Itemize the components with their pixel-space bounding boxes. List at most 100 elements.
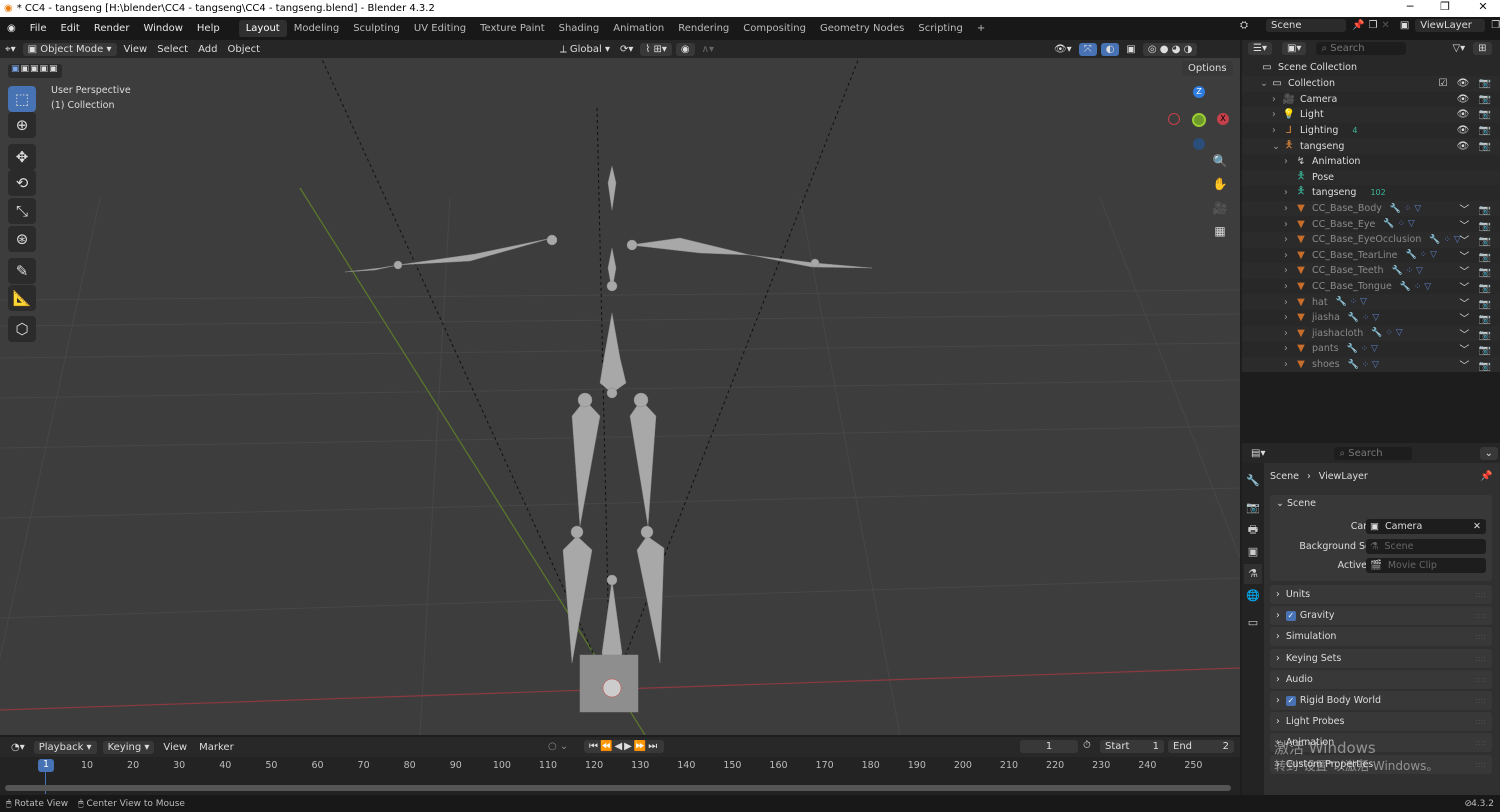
- tab-compositing[interactable]: Compositing: [736, 20, 813, 37]
- expand-arrow-icon[interactable]: ⌄: [1272, 141, 1282, 152]
- expand-arrow-icon[interactable]: ›: [1272, 109, 1282, 120]
- expand-arrow-icon[interactable]: ›: [1284, 156, 1294, 167]
- menu-add[interactable]: Add: [193, 43, 222, 56]
- pivot-icon[interactable]: ⟳▾: [615, 43, 638, 56]
- background-scene-field[interactable]: ⚗ Scene: [1366, 539, 1486, 554]
- view-layer-selector[interactable]: ViewLayer: [1415, 19, 1486, 32]
- menu-view[interactable]: View: [119, 43, 153, 56]
- panel-keying-sets[interactable]: › Keying Sets::::: [1270, 648, 1492, 668]
- mode-dropdown[interactable]: ▣ Object Mode ▾: [22, 42, 117, 56]
- panel-custom-properties[interactable]: › Custom Properties::::: [1270, 754, 1492, 774]
- outliner-row[interactable]: › ↯ Animation: [1242, 154, 1500, 170]
- active-clip-field[interactable]: 🎬 Movie Clip: [1366, 558, 1486, 573]
- maximize-button[interactable]: ❐: [1430, 0, 1460, 13]
- modifier-icons[interactable]: 🔧 ⁘ ▽: [1383, 219, 1414, 229]
- minimize-button[interactable]: ─: [1395, 0, 1425, 13]
- visibility-toggles[interactable]: ﹀ 📷: [1459, 217, 1494, 232]
- tab-sculpting[interactable]: Sculpting: [346, 20, 407, 37]
- tab-scripting[interactable]: Scripting: [911, 20, 969, 37]
- outliner-row[interactable]: › 🯅 tangseng 102: [1242, 185, 1500, 201]
- transform-tool-icon[interactable]: ⊛: [8, 226, 36, 252]
- select-box-tool-icon[interactable]: ⬚: [8, 86, 36, 112]
- outliner-row[interactable]: › 💡 Light 👁 📷: [1242, 107, 1500, 123]
- properties-search[interactable]: ⌕ Search: [1334, 446, 1412, 460]
- modifier-icons[interactable]: 🔧 ⁘ ▽: [1392, 266, 1423, 276]
- visibility-toggles[interactable]: ☑ 👁 📷: [1439, 78, 1494, 89]
- outliner-search[interactable]: ⌕ Search: [1316, 41, 1407, 55]
- menu-edit[interactable]: Edit: [53, 23, 86, 34]
- drag-handle-icon[interactable]: ::::: [1475, 760, 1486, 769]
- xray-icon[interactable]: ▣: [1121, 43, 1140, 56]
- add-workspace-button[interactable]: +: [970, 20, 992, 37]
- visibility-toggles[interactable]: ﹀ 📷: [1459, 341, 1494, 356]
- expand-arrow-icon[interactable]: ›: [1284, 265, 1294, 276]
- visibility-toggles[interactable]: ﹀ 📷: [1459, 248, 1494, 263]
- annotate-tool-icon[interactable]: ✎: [8, 258, 36, 284]
- world-tab-icon[interactable]: 🌐: [1244, 586, 1262, 606]
- add-cube-tool-icon[interactable]: ⬡: [8, 316, 36, 342]
- visibility-toggles[interactable]: 👁 📷: [1457, 141, 1494, 152]
- visibility-toggles[interactable]: 👁 📷: [1457, 109, 1494, 120]
- expand-arrow-icon[interactable]: ›: [1284, 328, 1294, 339]
- expand-arrow-icon[interactable]: ›: [1284, 359, 1294, 370]
- tab-layout[interactable]: Layout: [238, 20, 287, 37]
- expand-arrow-icon[interactable]: ›: [1284, 312, 1294, 323]
- expand-arrow-icon[interactable]: ⌄: [1260, 78, 1270, 89]
- cursor-tool-icon[interactable]: ⊕: [8, 112, 36, 138]
- panel-checkbox[interactable]: ✓: [1285, 610, 1296, 621]
- render-tab-icon[interactable]: 📷: [1244, 498, 1262, 518]
- camera-field[interactable]: ▣ Camera ✕: [1366, 519, 1486, 534]
- new-view-layer-icon[interactable]: ❐: [1491, 20, 1500, 31]
- pin-icon[interactable]: 📌: [1480, 471, 1492, 482]
- tool-tab-icon[interactable]: 🔧: [1244, 471, 1262, 491]
- visibility-toggles[interactable]: 👁 📷: [1457, 94, 1494, 105]
- expand-arrow-icon[interactable]: ›: [1272, 94, 1282, 105]
- visibility-toggles[interactable]: ﹀ 📷: [1459, 201, 1494, 216]
- outliner-row[interactable]: 🯅 Pose: [1242, 169, 1500, 186]
- modifier-icons[interactable]: 🔧 ⁘ ▽: [1400, 282, 1431, 292]
- visibility-toggles[interactable]: ﹀ 📷: [1459, 263, 1494, 278]
- menu-help[interactable]: Help: [190, 23, 227, 34]
- outliner-row[interactable]: › ▼ jiasha 🔧 ⁘ ▽ ﹀ 📷: [1242, 310, 1500, 326]
- menu-file[interactable]: File: [23, 23, 54, 34]
- modifier-icons[interactable]: 🔧 ⁘ ▽: [1347, 344, 1378, 354]
- outliner-row[interactable]: › ▼ hat 🔧 ⁘ ▽ ﹀ 📷: [1242, 294, 1500, 310]
- tab-geometry-nodes[interactable]: Geometry Nodes: [813, 20, 911, 37]
- outliner-row[interactable]: ⌄ ▭ Collection ☑ 👁 📷: [1242, 76, 1500, 92]
- editor-type-icon[interactable]: ⌖▾: [0, 43, 21, 56]
- expand-arrow-icon[interactable]: ›: [1284, 203, 1294, 214]
- panel-units[interactable]: › Units::::: [1270, 585, 1492, 604]
- outliner-row[interactable]: › ▼ CC_Base_EyeOcclusion 🔧 ⁘ ▽ ﹀ 📷: [1242, 232, 1500, 248]
- properties-editor-type-icon[interactable]: ▤▾: [1246, 447, 1270, 460]
- modifier-icons[interactable]: 🔧 ⁘ ▽: [1348, 313, 1379, 323]
- modifier-icons[interactable]: 🔧 ⁘ ▽: [1371, 328, 1402, 338]
- filter-icon[interactable]: ▽▾: [1452, 43, 1465, 54]
- collection-tab-icon[interactable]: ▭: [1244, 613, 1262, 633]
- visibility-toggles[interactable]: ﹀ 📷: [1459, 357, 1494, 372]
- modifier-icons[interactable]: 🔧 ⁘ ▽: [1336, 297, 1367, 307]
- outliner-row[interactable]: › ▼ CC_Base_TearLine 🔧 ⁘ ▽ ﹀ 📷: [1242, 248, 1500, 264]
- move-tool-icon[interactable]: ✥: [8, 144, 36, 170]
- shading-modes[interactable]: ◎ ● ◕ ◑: [1142, 42, 1198, 56]
- outliner-row[interactable]: › ▼ CC_Base_Teeth 🔧 ⁘ ▽ ﹀ 📷: [1242, 263, 1500, 279]
- selection-mode-buttons[interactable]: ▣▣▣▣▣: [8, 64, 62, 78]
- gizmo-neg-x[interactable]: [1168, 113, 1180, 125]
- display-mode-icon[interactable]: ☰▾: [1248, 41, 1272, 55]
- menu-select[interactable]: Select: [152, 43, 193, 56]
- visibility-toggles[interactable]: ﹀ 📷: [1459, 310, 1494, 325]
- expand-arrow-icon[interactable]: ›: [1284, 234, 1294, 245]
- modifier-icons[interactable]: 🔧 ⁘ ▽: [1429, 235, 1460, 245]
- zoom-icon[interactable]: 🔍: [1210, 151, 1230, 171]
- gizmo-z[interactable]: Z: [1193, 86, 1205, 98]
- expand-arrow-icon[interactable]: ›: [1284, 343, 1294, 354]
- tab-uv-editing[interactable]: UV Editing: [407, 20, 473, 37]
- panel-rigid-body-world[interactable]: › ✓ Rigid Body World::::: [1270, 691, 1492, 710]
- expand-arrow-icon[interactable]: ›: [1284, 297, 1294, 308]
- measure-tool-icon[interactable]: 📐: [8, 285, 36, 311]
- ortho-grid-icon[interactable]: ▦: [1210, 221, 1230, 241]
- gizmo-toggle-icon[interactable]: ⤧: [1078, 42, 1097, 56]
- expand-arrow-icon[interactable]: ›: [1284, 281, 1294, 292]
- navigation-gizmo[interactable]: Z X: [1165, 86, 1231, 152]
- scene-tab-icon[interactable]: ⚗: [1244, 564, 1262, 584]
- scene-panel-header[interactable]: ⌄ Scene: [1276, 498, 1316, 509]
